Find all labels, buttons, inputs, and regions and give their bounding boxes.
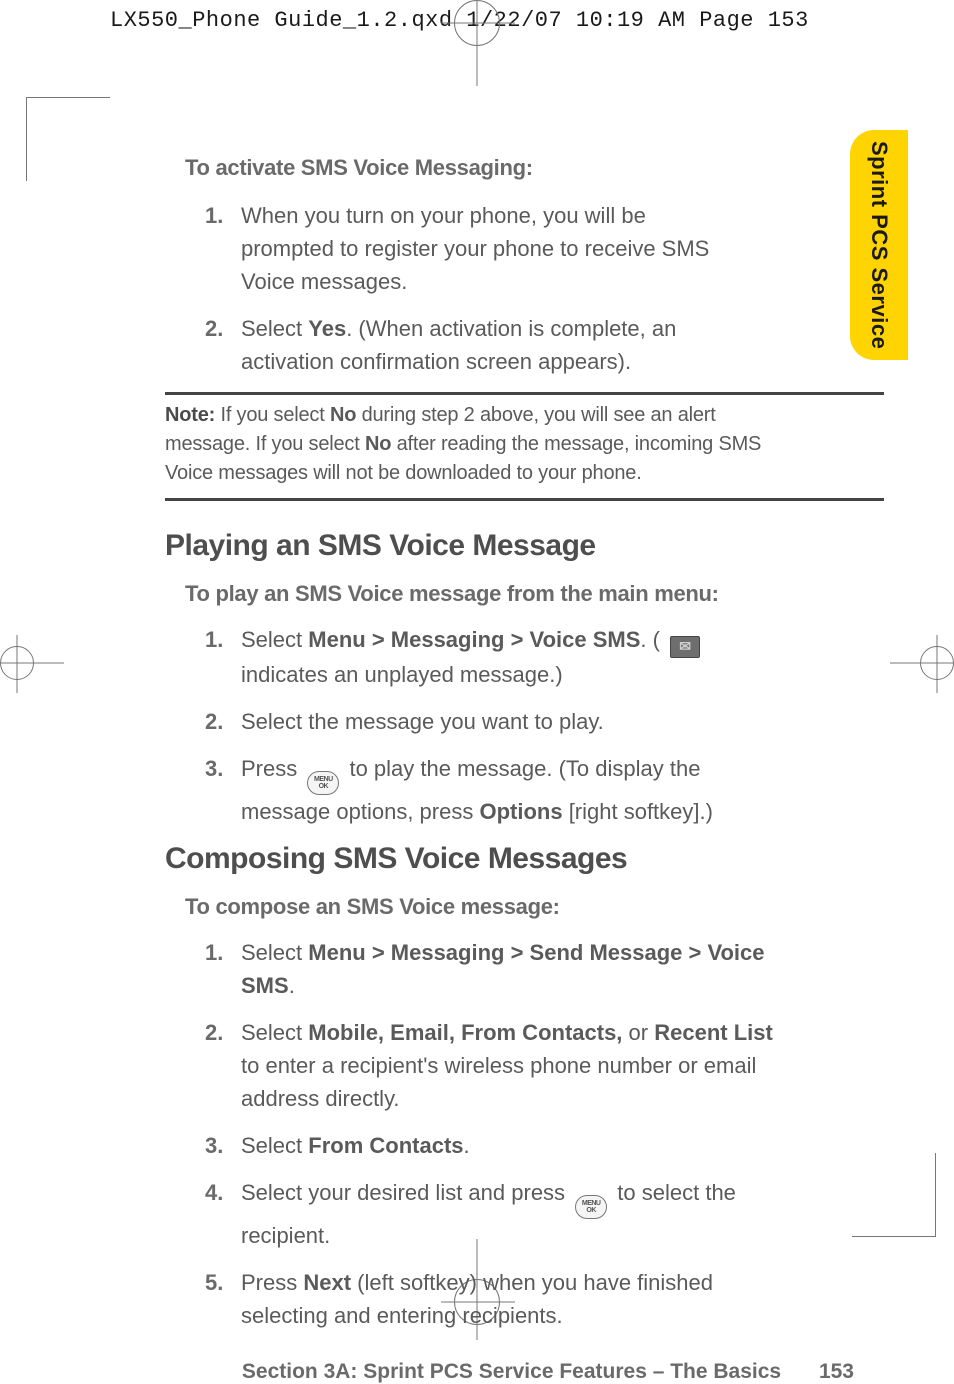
note-box: Note: If you select No during step 2 abo… (165, 392, 884, 501)
step-text: Select Menu > Messaging > Voice SMS. ( i… (241, 623, 794, 691)
step-text: Select Menu > Messaging > Send Message >… (241, 936, 794, 1002)
list-item: 1. Select Menu > Messaging > Voice SMS. … (205, 623, 794, 691)
playing-steps: 1. Select Menu > Messaging > Voice SMS. … (205, 623, 884, 828)
step-text: Select your desired list and press to se… (241, 1176, 794, 1252)
list-item: 2. Select the message you want to play. (205, 705, 794, 738)
list-item: 3. Select From Contacts. (205, 1129, 794, 1162)
crop-mark-top-left (26, 97, 110, 181)
menu-ok-button-icon (307, 771, 339, 795)
step-text: Press Next (left softkey) when you have … (241, 1266, 794, 1332)
step-number: 3. (205, 752, 241, 828)
menu-ok-button-icon (575, 1195, 607, 1219)
page-number: 153 (819, 1360, 854, 1383)
note-label: Note: (165, 404, 215, 426)
page: LX550_Phone Guide_1.2.qxd 1/22/07 10:19 … (0, 0, 954, 1325)
footer-section: Section 3A: Sprint PCS Service Features … (242, 1360, 781, 1383)
step-number: 3. (205, 1129, 241, 1162)
page-footer: Section 3A: Sprint PCS Service Features … (165, 1360, 884, 1384)
step-text: Select the message you want to play. (241, 705, 794, 738)
list-item: 5. Press Next (left softkey) when you ha… (205, 1266, 794, 1332)
playing-lead: To play an SMS Voice message from the ma… (185, 581, 884, 607)
step-number: 5. (205, 1266, 241, 1332)
step-text: Press to play the message. (To display t… (241, 752, 794, 828)
list-item: 1. Select Menu > Messaging > Send Messag… (205, 936, 794, 1002)
list-item: 1. When you turn on your phone, you will… (205, 199, 744, 298)
step-number: 2. (205, 705, 241, 738)
step-text: Select From Contacts. (241, 1129, 794, 1162)
registration-mark-top (454, 0, 500, 46)
step-number: 1. (205, 623, 241, 691)
step-text: Select Yes. (When activation is complete… (241, 312, 744, 378)
step-text: Select Mobile, Email, From Contacts, or … (241, 1016, 794, 1115)
list-item: 3. Press to play the message. (To displa… (205, 752, 794, 828)
step-number: 1. (205, 936, 241, 1002)
registration-mark-right (920, 646, 954, 680)
page-content: To activate SMS Voice Messaging: 1. When… (165, 155, 884, 1195)
list-item: 4. Select your desired list and press to… (205, 1176, 794, 1252)
step-text: When you turn on your phone, you will be… (241, 199, 744, 298)
activate-lead: To activate SMS Voice Messaging: (185, 155, 884, 181)
registration-mark-left (0, 646, 34, 680)
heading-playing: Playing an SMS Voice Message (165, 529, 884, 563)
heading-composing: Composing SMS Voice Messages (165, 842, 884, 876)
step-number: 2. (205, 1016, 241, 1115)
list-item: 2. Select Mobile, Email, From Contacts, … (205, 1016, 794, 1115)
step-number: 2. (205, 312, 241, 378)
step-number: 4. (205, 1176, 241, 1252)
composing-lead: To compose an SMS Voice message: (185, 894, 884, 920)
voice-sms-unplayed-icon (670, 636, 700, 658)
list-item: 2. Select Yes. (When activation is compl… (205, 312, 744, 378)
activate-steps: 1. When you turn on your phone, you will… (205, 199, 884, 378)
step-number: 1. (205, 199, 241, 298)
composing-steps: 1. Select Menu > Messaging > Send Messag… (205, 936, 884, 1332)
